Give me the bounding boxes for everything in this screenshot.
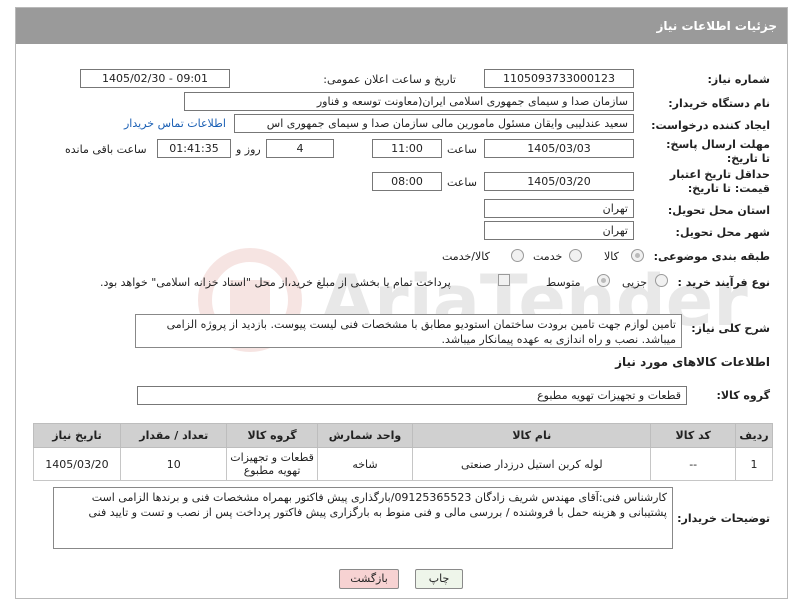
- province-value: تهران: [484, 199, 634, 218]
- goods-table: ردیف کد کالا نام کالا واحد شمارش گروه کا…: [33, 423, 773, 481]
- deadline-time-label: ساعت: [447, 143, 477, 156]
- cell-code: --: [650, 447, 737, 481]
- category-goods-radio[interactable]: [631, 249, 644, 262]
- need-number-label: شماره نیاز:: [707, 73, 770, 86]
- requester-label: ایجاد کننده درخواست:: [651, 119, 770, 132]
- cell-group: قطعات و تجهیزات تهویه مطبوع: [226, 447, 318, 481]
- need-number-value: 1105093733000123: [484, 69, 634, 88]
- process-type-label: نوع فرآیند خرید :: [677, 276, 770, 289]
- cell-qty: 10: [119, 447, 228, 481]
- validity-date: 1405/03/20: [484, 172, 634, 191]
- print-button[interactable]: چاپ: [415, 569, 463, 589]
- cell-unit: شاخه: [316, 447, 414, 481]
- goods-group-label: گروه کالا:: [716, 389, 770, 402]
- category-service-label: خدمت: [533, 250, 563, 263]
- treasury-payment-note: پرداخت تمام یا بخشی از مبلغ خرید،از محل …: [100, 276, 451, 289]
- city-value: تهران: [484, 221, 634, 240]
- process-minor-label: جزیی: [622, 276, 648, 289]
- category-label: طبقه بندی موضوعی:: [653, 250, 770, 263]
- col-name: نام کالا: [412, 423, 652, 448]
- deadline-date: 1405/03/03: [484, 139, 634, 158]
- remaining-label: ساعت باقی مانده: [65, 143, 147, 156]
- city-label: شهر محل تحویل:: [675, 226, 770, 239]
- page-title: جزئیات اطلاعات نیاز: [656, 19, 777, 33]
- remaining-time: 01:41:35: [157, 139, 231, 158]
- price-validity-label: حداقل تاریخ اعتبار قیمت: تا تاریخ:: [669, 168, 770, 195]
- category-service-radio[interactable]: [569, 249, 582, 262]
- col-date: تاریخ نیاز: [33, 423, 121, 448]
- process-medium-radio[interactable]: [597, 274, 610, 287]
- deadline-time: 11:00: [372, 139, 442, 158]
- process-medium-label: متوسط: [546, 276, 581, 289]
- cell-name: لوله کربن استیل درزدار صنعتی: [412, 447, 652, 481]
- cell-date: 1405/03/20: [33, 447, 121, 481]
- validity-time: 08:00: [372, 172, 442, 191]
- buyer-contact-link[interactable]: اطلاعات تماس خریدار: [124, 117, 226, 130]
- validity-time-label: ساعت: [447, 176, 477, 189]
- goods-table-header: ردیف کد کالا نام کالا واحد شمارش گروه کا…: [33, 423, 773, 448]
- deadline-label: مهلت ارسال پاسخ: تا تاریخ:: [666, 138, 770, 165]
- requester-value: سعید عندلیبی وایقان مسئول مامورین مالی س…: [234, 114, 634, 133]
- category-both-radio[interactable]: [511, 249, 524, 262]
- header-bar: جزئیات اطلاعات نیاز: [16, 8, 787, 44]
- col-row: ردیف: [735, 423, 773, 448]
- cell-row: 1: [735, 447, 773, 481]
- table-row: 1 -- لوله کربن استیل درزدار صنعتی شاخه ق…: [33, 447, 773, 481]
- goods-group-value: قطعات و تجهیزات تهویه مطبوع: [137, 386, 687, 405]
- treasury-payment-checkbox[interactable]: [498, 274, 510, 286]
- process-minor-radio[interactable]: [655, 274, 668, 287]
- col-qty: تعداد / مقدار: [119, 423, 228, 448]
- back-button[interactable]: بازگشت: [339, 569, 399, 589]
- col-unit: واحد شمارش: [316, 423, 414, 448]
- buyer-notes-label: توضیحات خریدار:: [677, 512, 770, 525]
- days-label: روز و: [236, 143, 261, 156]
- buyer-org-value: سازمان صدا و سیمای جمهوری اسلامی ایران(م…: [184, 92, 634, 111]
- announce-value: 1405/02/30 - 09:01: [80, 69, 230, 88]
- description-text: تامین لوازم جهت تامین برودت ساختمان استو…: [135, 314, 682, 348]
- description-label: شرح کلی نیاز:: [691, 322, 770, 335]
- announce-label: تاریخ و ساعت اعلان عمومی:: [323, 73, 456, 86]
- col-code: کد کالا: [650, 423, 737, 448]
- category-goods-label: کالا: [604, 250, 619, 263]
- days-remaining: 4: [266, 139, 334, 158]
- buyer-org-label: نام دستگاه خریدار:: [668, 97, 770, 110]
- province-label: استان محل تحویل:: [667, 204, 770, 217]
- category-both-label: کالا/خدمت: [442, 250, 490, 263]
- goods-section-title: اطلاعات کالاهای مورد نیاز: [615, 355, 770, 369]
- buyer-notes-text: کارشناس فنی:آقای مهندس شریف زادگان 09125…: [53, 487, 673, 549]
- col-group: گروه کالا: [226, 423, 318, 448]
